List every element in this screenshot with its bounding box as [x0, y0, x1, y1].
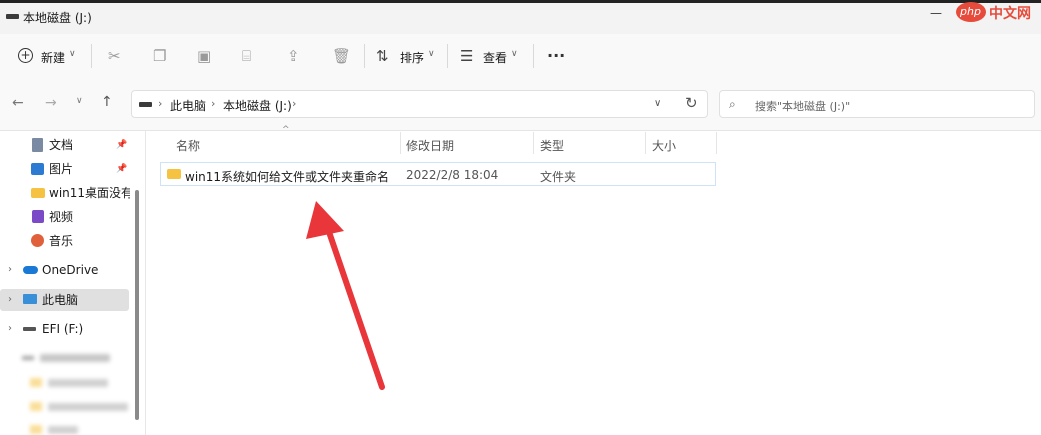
share-icon[interactable]: ⇪: [287, 48, 300, 64]
sort-icon: ⇅: [376, 47, 389, 65]
annotation-arrow-shaft: [325, 226, 385, 390]
plus-circle-icon: +: [18, 48, 33, 63]
music-icon: [31, 234, 44, 247]
copy-icon[interactable]: ❐: [153, 48, 166, 64]
sidebar-blurred-items: [8, 350, 133, 435]
sort-button-label: 排序: [400, 51, 425, 65]
window-top-edge: [0, 0, 1041, 3]
delete-icon[interactable]: 🗑: [332, 48, 351, 64]
sidebar-item-this-pc[interactable]: › 此电脑: [0, 289, 129, 311]
annotation-arrow-head: [306, 201, 344, 239]
refresh-icon[interactable]: ↻: [685, 94, 698, 112]
monitor-icon: [23, 294, 37, 304]
column-header-size[interactable]: 大小: [652, 137, 676, 154]
cloud-icon: [23, 266, 38, 274]
recent-chevron-icon[interactable]: ∨: [76, 96, 83, 106]
toolbar-divider: [533, 44, 534, 68]
drive-icon: [6, 14, 19, 19]
breadcrumb-local-disk[interactable]: 本地磁盘 (J:): [223, 97, 292, 114]
column-header-type[interactable]: 类型: [540, 137, 564, 154]
column-divider: [533, 132, 534, 154]
sidebar-item-efi-drive[interactable]: › EFI (F:): [0, 318, 130, 340]
search-placeholder: 搜索"本地磁盘 (J:)": [755, 100, 851, 113]
column-header-date[interactable]: 修改日期: [406, 137, 454, 154]
breadcrumb-separator-icon: ›: [158, 97, 163, 110]
expand-chevron-icon[interactable]: ›: [8, 318, 12, 340]
annotation-arrow: [306, 201, 385, 390]
new-button-label: 新建: [41, 51, 66, 65]
sort-indicator-icon: ^: [282, 125, 290, 135]
search-icon: ⌕: [729, 97, 736, 111]
expand-chevron-icon[interactable]: ›: [8, 259, 12, 281]
view-list-icon: ☰: [460, 47, 474, 65]
more-options-button[interactable]: ···: [547, 46, 565, 65]
column-divider: [645, 132, 646, 154]
column-divider: [716, 132, 717, 154]
pin-icon[interactable]: 📌: [116, 158, 127, 180]
pin-icon[interactable]: 📌: [116, 134, 127, 156]
new-button[interactable]: + 新建 ∨: [14, 44, 82, 68]
sidebar-item-videos[interactable]: 视频: [0, 206, 130, 228]
sidebar-item-label: 文档: [49, 138, 74, 152]
address-bar[interactable]: [131, 90, 708, 118]
watermark-logo: php 中文网: [956, 0, 1041, 26]
forward-arrow-icon[interactable]: →: [45, 95, 57, 111]
cut-icon[interactable]: ✂: [108, 48, 121, 64]
view-button[interactable]: ☰ 查看 ∨: [456, 44, 526, 68]
document-icon: [32, 138, 43, 152]
column-header-name[interactable]: 名称: [176, 137, 200, 154]
back-arrow-icon[interactable]: ←: [12, 95, 24, 111]
sidebar-item-label: OneDrive: [42, 263, 99, 277]
sidebar-item-label: 音乐: [49, 234, 74, 248]
sidebar-item-label: 图片: [49, 162, 74, 176]
breadcrumb-separator-icon: ›: [292, 97, 297, 110]
rename-icon[interactable]: ⌸: [242, 48, 251, 64]
breadcrumb-separator-icon: ›: [211, 97, 216, 110]
toolbar-divider: [91, 44, 92, 68]
sidebar-item-label: 视频: [49, 210, 74, 224]
chevron-down-icon: ∨: [69, 49, 76, 59]
file-date: 2022/2/8 18:04: [406, 168, 499, 182]
title-bar: [0, 0, 1041, 34]
breadcrumb-this-pc[interactable]: 此电脑: [170, 97, 206, 114]
address-history-chevron-icon[interactable]: ∨: [654, 98, 661, 109]
expand-chevron-icon[interactable]: ›: [8, 289, 12, 311]
sort-button[interactable]: ⇅ 排序 ∨: [374, 44, 442, 68]
file-name: win11系统如何给文件或文件夹重命名: [185, 170, 390, 184]
window-title: 本地磁盘 (J:): [23, 11, 92, 25]
sidebar-item-label: 此电脑: [42, 293, 79, 307]
up-arrow-icon[interactable]: ↑: [101, 94, 113, 110]
sidebar-item-music[interactable]: 音乐: [0, 230, 130, 252]
column-divider: [400, 132, 401, 154]
minimize-button[interactable]: —: [930, 6, 942, 20]
toolbar-divider: [447, 44, 448, 68]
chevron-down-icon: ∨: [428, 49, 435, 59]
sidebar-item-folder[interactable]: win11桌面没有: [0, 182, 130, 204]
drive-icon: [139, 102, 152, 107]
sidebar-item-onedrive[interactable]: › OneDrive: [0, 259, 130, 281]
view-button-label: 查看: [483, 51, 508, 65]
folder-icon: [31, 188, 45, 198]
video-icon: [32, 210, 44, 223]
folder-icon: [167, 169, 181, 179]
file-type: 文件夹: [540, 170, 577, 184]
toolbar-divider: [364, 44, 365, 68]
picture-icon: [31, 163, 44, 175]
sidebar-item-pictures[interactable]: 图片 📌: [0, 158, 130, 180]
sidebar-item-documents[interactable]: 文档 📌: [0, 134, 130, 156]
drive-icon: [23, 327, 36, 331]
sidebar-scrollbar[interactable]: [135, 190, 139, 420]
sidebar-item-label: win11桌面没有: [49, 186, 130, 200]
paste-icon[interactable]: ▣: [197, 48, 211, 64]
sidebar-splitter[interactable]: [145, 131, 146, 435]
sidebar-item-label: EFI (F:): [42, 322, 84, 336]
chevron-down-icon: ∨: [511, 49, 518, 59]
